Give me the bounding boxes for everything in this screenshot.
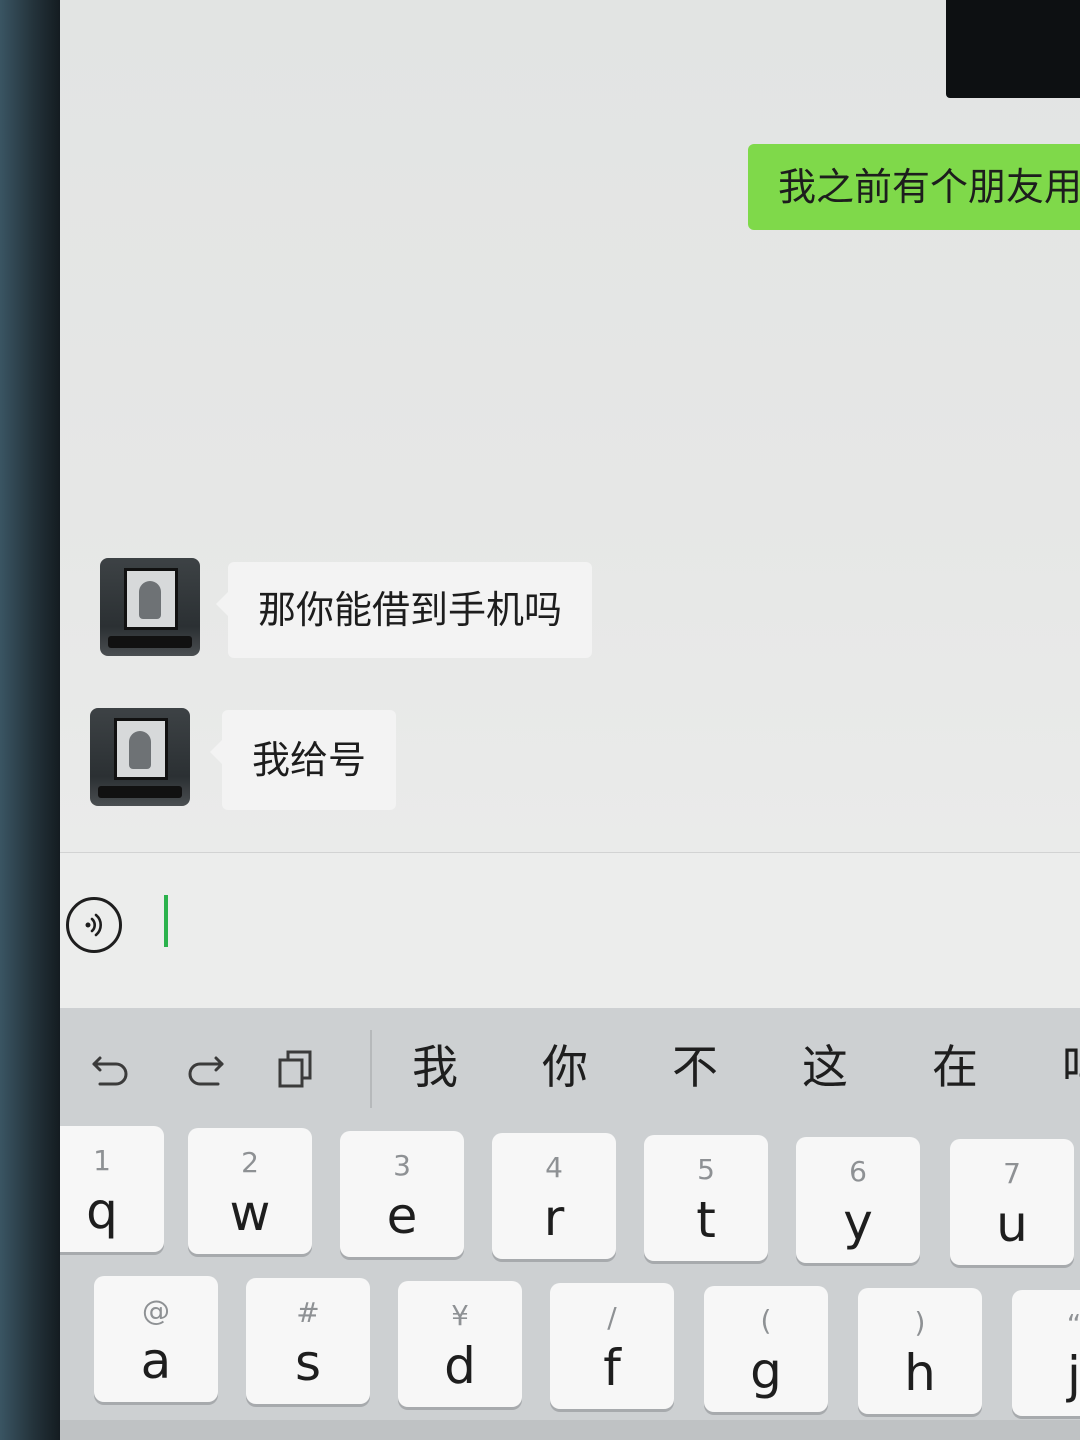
key-d[interactable]: ¥ d	[398, 1281, 522, 1407]
candidate-word[interactable]: 我	[412, 1044, 458, 1090]
key-s[interactable]: # s	[246, 1278, 370, 1404]
redo-icon[interactable]	[180, 1044, 230, 1094]
candidate-word[interactable]: 吗	[1062, 1044, 1080, 1090]
key-h[interactable]: ) h	[858, 1288, 982, 1414]
phone-screen: 我之前有个朋友用的 那你能借到手机吗 我给号	[60, 0, 1080, 1440]
key-a[interactable]: @ a	[94, 1276, 218, 1402]
incoming-message-bubble[interactable]: 我给号	[209, 710, 397, 810]
media-message-thumbnail[interactable]	[946, 0, 1080, 98]
keyboard-next-row	[60, 1420, 1080, 1440]
candidate-word[interactable]: 这	[802, 1044, 848, 1090]
contact-avatar[interactable]	[100, 558, 200, 656]
incoming-message-bubble[interactable]: 那你能借到手机吗	[215, 562, 593, 658]
key-j[interactable]: “j	[1012, 1290, 1080, 1416]
voice-input-button[interactable]	[66, 897, 122, 953]
candidate-word[interactable]: 不	[672, 1044, 718, 1090]
onscreen-keyboard: 我 你 不 这 在 吗 1q 2w 3e 4r 5t 6y 7u @a #s ¥…	[60, 1008, 1080, 1440]
clipboard-icon[interactable]	[272, 1044, 322, 1094]
key-g[interactable]: (g	[704, 1286, 828, 1412]
incoming-message-text: 那你能借到手机吗	[258, 588, 563, 632]
contact-avatar[interactable]	[90, 708, 190, 806]
key-u[interactable]: 7u	[950, 1139, 1074, 1265]
chat-message-area[interactable]: 我之前有个朋友用的 那你能借到手机吗 我给号	[60, 0, 1080, 852]
text-input-caret[interactable]	[164, 895, 168, 947]
keyboard-suggestion-bar: 我 你 不 这 在 吗	[60, 1008, 1080, 1120]
key-e[interactable]: 3e	[340, 1131, 464, 1257]
key-f[interactable]: / f	[550, 1283, 674, 1409]
suggestion-divider	[370, 1030, 372, 1108]
key-t[interactable]: 5t	[644, 1135, 768, 1261]
candidate-word[interactable]: 你	[542, 1044, 588, 1090]
undo-icon[interactable]	[86, 1044, 136, 1094]
message-input-bar	[60, 852, 1080, 1009]
key-q[interactable]: 1q	[60, 1126, 164, 1252]
incoming-message-text: 我给号	[252, 738, 367, 782]
candidate-word[interactable]: 在	[932, 1044, 978, 1090]
voice-icon	[85, 913, 102, 937]
key-y[interactable]: 6y	[796, 1137, 920, 1263]
key-w[interactable]: 2w	[188, 1128, 312, 1254]
key-r[interactable]: 4r	[492, 1133, 616, 1259]
outgoing-message-text: 我之前有个朋友用的	[777, 165, 1080, 209]
outgoing-message-bubble[interactable]: 我之前有个朋友用的	[747, 144, 1080, 230]
device-bezel	[0, 0, 60, 1440]
